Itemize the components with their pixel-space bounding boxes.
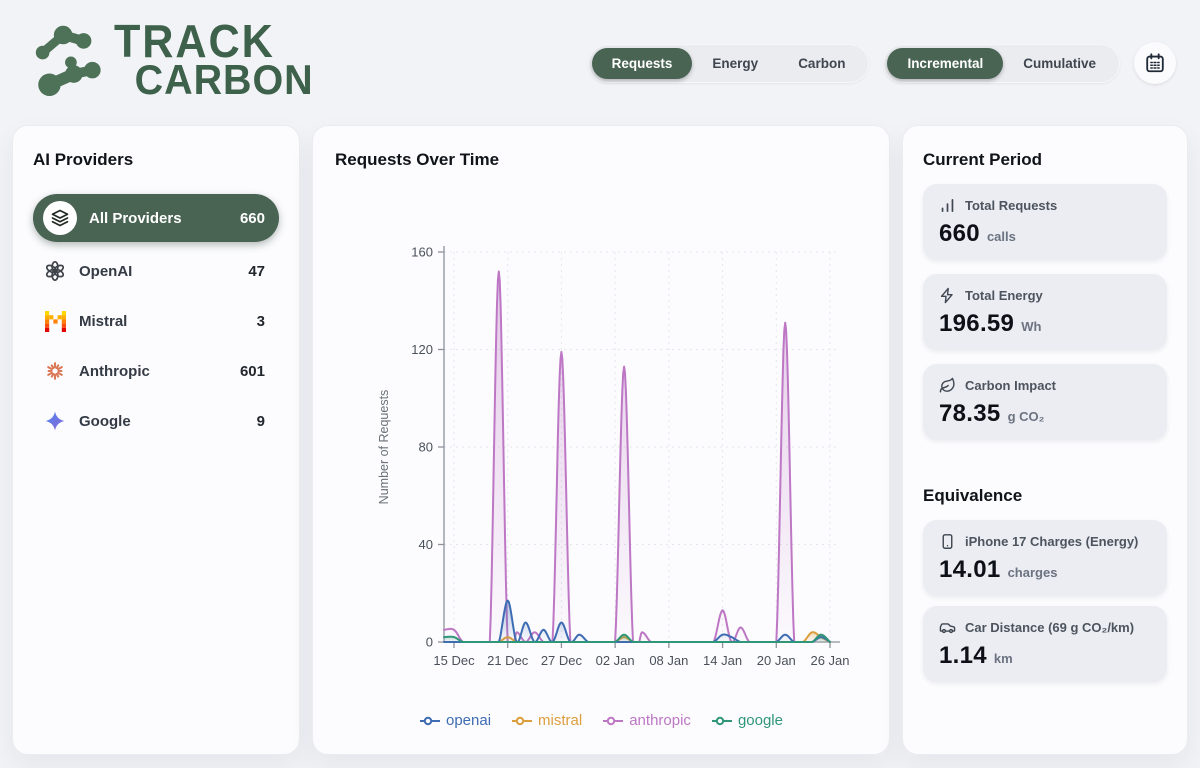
- stat-value: 660: [939, 220, 980, 248]
- tab-energy[interactable]: Energy: [692, 48, 778, 79]
- stat-label: Car Distance (69 g CO₂/km): [965, 620, 1134, 635]
- google-icon: [43, 409, 67, 433]
- stat-label: iPhone 17 Charges (Energy): [965, 534, 1138, 549]
- tab-requests[interactable]: Requests: [592, 48, 693, 79]
- x-tick-label: 14 Jan: [703, 653, 742, 668]
- legend-item-google: google: [711, 712, 783, 729]
- x-tick-label: 15 Dec: [433, 653, 475, 668]
- app-title: TRACK CARBON: [114, 22, 314, 98]
- metric-tab-group: Requests Energy Carbon: [588, 44, 870, 83]
- x-tick-label: 21 Dec: [487, 653, 529, 668]
- total-requests-card: Total Requests 660 calls: [923, 184, 1167, 260]
- x-tick-label: 02 Jan: [596, 653, 635, 668]
- mode-tab-group: Incremental Cumulative: [883, 44, 1120, 83]
- legend-marker-icon: [419, 715, 441, 727]
- provider-label: Anthropic: [79, 363, 228, 380]
- x-tick-label: 26 Jan: [810, 653, 849, 668]
- chart-area: Requests Over Time 0 40 80 120 160 15 Dec 21 D…: [335, 150, 867, 730]
- provider-label: OpenAI: [79, 263, 236, 280]
- providers-title: AI Providers: [33, 150, 279, 170]
- provider-label: Google: [79, 413, 245, 430]
- provider-label: Mistral: [79, 313, 245, 330]
- provider-count: 660: [240, 210, 269, 227]
- dashboard-page: TRACK CARBON Requests Energy Carbon Incr…: [0, 0, 1200, 768]
- provider-count: 3: [257, 313, 269, 330]
- y-tick-label: 160: [411, 245, 433, 260]
- y-axis-label: Number of Requests: [377, 390, 391, 505]
- y-tick-label: 120: [411, 342, 433, 357]
- legend-marker-icon: [511, 715, 533, 727]
- total-energy-card: Total Energy 196.59 Wh: [923, 274, 1167, 350]
- x-tick-label: 08 Jan: [649, 653, 688, 668]
- legend-label: anthropic: [629, 712, 691, 729]
- sidebar-item-all-providers[interactable]: All Providers 660: [33, 194, 279, 242]
- requests-over-time-chart: 0 40 80 120 160 15 Dec 21 Dec 27 Dec 02 Jan 08 Ja…: [326, 230, 882, 692]
- provider-count: 601: [240, 363, 269, 380]
- provider-list: All Providers 660: [33, 194, 279, 450]
- stat-label: Total Energy: [965, 288, 1043, 303]
- summary-panel: Current Period Total Requests 660 calls …: [902, 125, 1188, 755]
- iphone-charges-card: iPhone 17 Charges (Energy) 14.01 charges: [923, 520, 1167, 596]
- sidebar-item-google[interactable]: Google 9: [33, 400, 279, 442]
- smartphone-icon: [939, 533, 956, 550]
- tab-cumulative[interactable]: Cumulative: [1003, 48, 1116, 79]
- y-tick-label: 0: [426, 635, 433, 650]
- legend-marker-icon: [602, 715, 624, 727]
- calendar-icon: [1144, 52, 1166, 74]
- stat-value: 196.59: [939, 310, 1014, 338]
- legend-label: google: [738, 712, 783, 729]
- stat-label: Total Requests: [965, 198, 1057, 213]
- mistral-icon: [43, 309, 67, 333]
- leaf-icon: [939, 377, 956, 394]
- carbon-impact-card: Carbon Impact 78.35 g CO₂: [923, 364, 1167, 440]
- stat-label: Carbon Impact: [965, 378, 1056, 393]
- equivalence-title: Equivalence: [923, 486, 1167, 506]
- sidebar-item-openai[interactable]: OpenAI 47: [33, 250, 279, 292]
- current-period-title: Current Period: [923, 150, 1167, 170]
- legend-item-openai: openai: [419, 712, 491, 729]
- chart-legend: openai mistral anthropic google: [335, 712, 867, 729]
- legend-label: mistral: [538, 712, 582, 729]
- stat-unit: calls: [987, 229, 1016, 244]
- anthropic-icon: [43, 359, 67, 383]
- app-logo: TRACK CARBON: [28, 14, 326, 98]
- y-tick-label: 80: [419, 440, 433, 455]
- stat-value: 78.35: [939, 400, 1001, 428]
- tab-carbon[interactable]: Carbon: [778, 48, 865, 79]
- molecule-logo-icon: [28, 14, 106, 98]
- layers-icon: [43, 201, 77, 235]
- providers-panel: AI Providers All Providers 660: [12, 125, 300, 755]
- sidebar-item-mistral[interactable]: Mistral 3: [33, 300, 279, 342]
- y-tick-label: 40: [419, 537, 433, 552]
- chart-title: Requests Over Time: [335, 150, 867, 170]
- stat-unit: charges: [1008, 565, 1058, 580]
- stat-value: 1.14: [939, 642, 987, 670]
- stat-unit: km: [994, 651, 1013, 666]
- provider-count: 9: [257, 413, 269, 430]
- sidebar-item-anthropic[interactable]: Anthropic 601: [33, 350, 279, 392]
- header-controls: Requests Energy Carbon Incremental Cumul…: [588, 42, 1176, 84]
- legend-item-anthropic: anthropic: [602, 712, 691, 729]
- car-icon: [939, 619, 956, 636]
- bar-chart-icon: [939, 197, 956, 214]
- provider-label: All Providers: [89, 210, 228, 227]
- car-distance-card: Car Distance (69 g CO₂/km) 1.14 km: [923, 606, 1167, 682]
- x-tick-label: 27 Dec: [541, 653, 583, 668]
- chart-panel: Requests Over Time 0 40 80 120 160 15 Dec 21 D…: [312, 125, 890, 755]
- calendar-button[interactable]: [1134, 42, 1176, 84]
- app-title-line2: CARBON: [135, 62, 314, 98]
- legend-marker-icon: [711, 715, 733, 727]
- tab-incremental[interactable]: Incremental: [887, 48, 1003, 79]
- openai-icon: [43, 259, 67, 283]
- stat-unit: Wh: [1021, 319, 1041, 334]
- zap-icon: [939, 287, 956, 304]
- x-tick-label: 20 Jan: [757, 653, 796, 668]
- provider-count: 47: [248, 263, 269, 280]
- legend-item-mistral: mistral: [511, 712, 582, 729]
- stat-value: 14.01: [939, 556, 1001, 584]
- legend-label: openai: [446, 712, 491, 729]
- stat-unit: g CO₂: [1008, 409, 1045, 424]
